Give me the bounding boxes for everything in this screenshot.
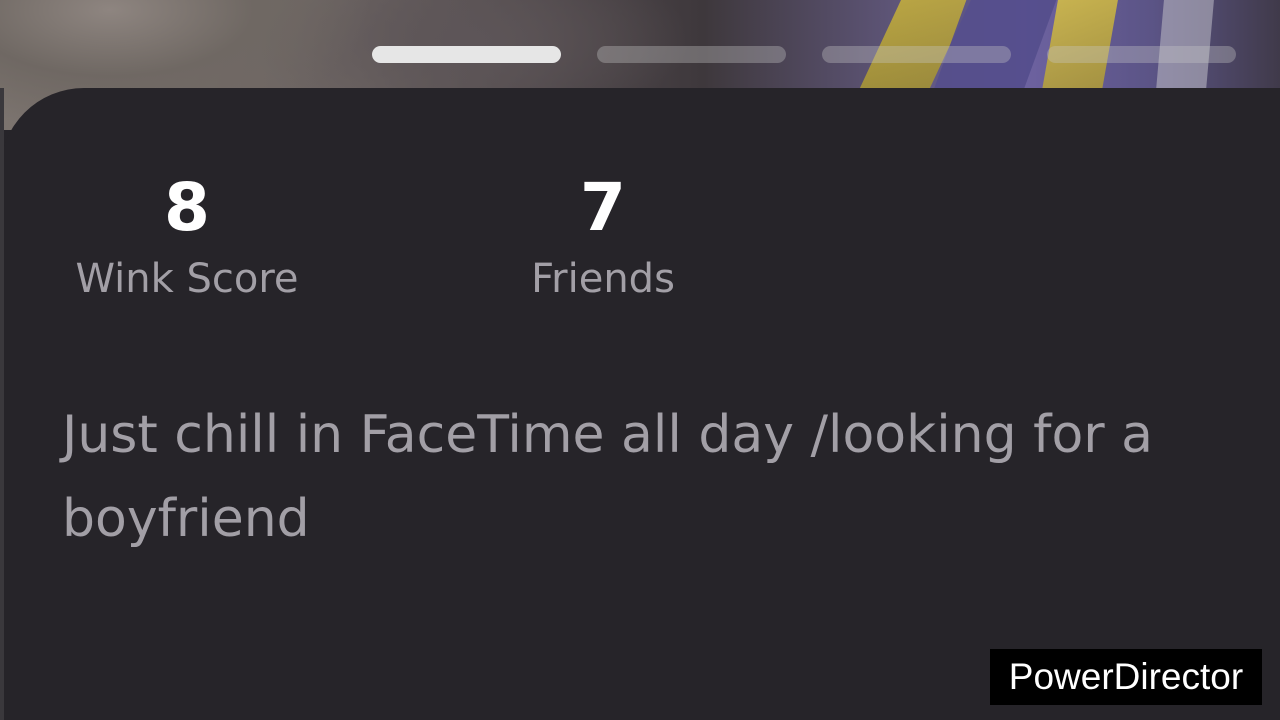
friends-count-value: 7 bbox=[580, 169, 626, 246]
wink-score-value: 8 bbox=[164, 169, 210, 246]
photo-detail bbox=[1156, 0, 1214, 90]
wink-score-label: Wink Score bbox=[75, 256, 299, 302]
profile-bio: Just chill in FaceTime all day /looking … bbox=[62, 405, 1154, 549]
friends-label: Friends bbox=[531, 256, 675, 302]
story-progress-segment-1[interactable] bbox=[372, 46, 561, 63]
powerdirector-watermark: PowerDirector bbox=[990, 649, 1262, 705]
profile-card: 8 Wink Score 7 Friends Just chill in Fac… bbox=[0, 88, 1280, 720]
story-progress bbox=[372, 46, 1236, 63]
card-edge bbox=[0, 88, 4, 720]
story-progress-segment-3[interactable] bbox=[822, 46, 1011, 63]
profile-screen: 8 Wink Score 7 Friends Just chill in Fac… bbox=[0, 0, 1280, 720]
story-progress-segment-4[interactable] bbox=[1047, 46, 1236, 63]
friends-stat[interactable]: 7 Friends bbox=[480, 170, 726, 304]
photo-detail bbox=[1042, 0, 1118, 90]
story-progress-segment-2[interactable] bbox=[597, 46, 786, 63]
wink-score-stat[interactable]: 8 Wink Score bbox=[50, 170, 324, 304]
